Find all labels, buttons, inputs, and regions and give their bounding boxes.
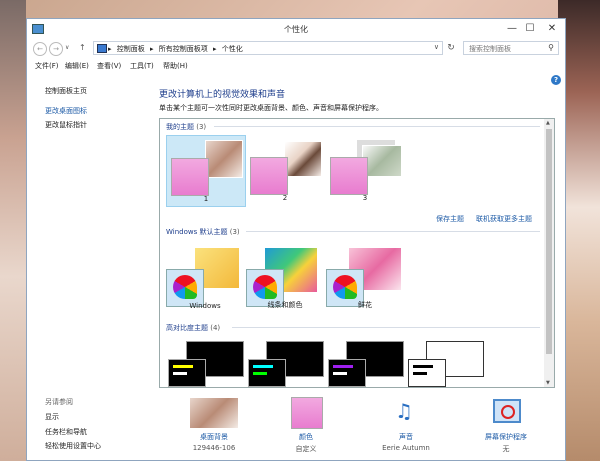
bottom-label: 声音 [399, 433, 413, 441]
breadcrumb-control-panel[interactable]: 控制面板 [117, 45, 145, 53]
bottom-value: 129446-106 [192, 444, 236, 452]
scroll-thumb[interactable] [546, 129, 552, 354]
theme-tile-windows[interactable]: Windows [166, 243, 244, 313]
theme-tile-flowers[interactable]: 鲜花 [326, 243, 404, 313]
divider [232, 327, 540, 328]
divider [246, 231, 540, 232]
theme-tile-lines-colors[interactable]: 线条和颜色 [246, 243, 324, 313]
menu-tools[interactable]: 工具(T) [130, 61, 154, 71]
up-button[interactable]: ↑ [79, 43, 86, 52]
color-swatch [291, 397, 323, 429]
theme-tile-1[interactable]: 1 [166, 135, 246, 207]
theme-list-scrollbar[interactable]: ▲ ▼ [544, 119, 554, 387]
theme-label: 2 [282, 194, 288, 202]
help-icon[interactable]: ? [551, 75, 561, 85]
wallpaper-left [0, 0, 26, 461]
theme-tile-high-contrast-white[interactable] [406, 337, 484, 387]
menu-view[interactable]: 查看(V) [97, 61, 121, 71]
breadcrumb: ▸ 控制面板 ▸ 所有控制面板项 ▸ 个性化 [108, 44, 246, 54]
theme-label: 3 [362, 194, 368, 202]
scroll-up-icon[interactable]: ▲ [546, 120, 550, 126]
section-my-themes: 我的主题 (3) [166, 122, 206, 132]
theme-label: 线条和颜色 [267, 301, 303, 309]
section-title: 我的主题 [166, 123, 194, 131]
sidebar-item-home[interactable]: 控制面板主页 [45, 86, 87, 96]
save-theme-link[interactable]: 保存主题 [436, 214, 464, 224]
wallpaper-thumbnail [205, 140, 243, 178]
theme-tile-high-contrast-3[interactable] [326, 337, 404, 387]
search-icon[interactable]: ⚲ [548, 43, 554, 52]
color-swatch [250, 157, 288, 195]
window-title: 个性化 [284, 25, 308, 34]
menu-file[interactable]: 文件(F) [35, 61, 59, 71]
see-also-display[interactable]: 显示 [45, 412, 59, 422]
bottom-value: 自定义 [295, 445, 317, 453]
bottom-value: Eerie Autumn [382, 444, 430, 452]
section-count: (3) [229, 228, 240, 236]
see-also-ease-of-access[interactable]: 轻松使用设置中心 [45, 441, 101, 451]
breadcrumb-all-items[interactable]: 所有控制面板项 [159, 45, 208, 53]
sidebar-item-mouse-pointers[interactable]: 更改鼠标指针 [45, 120, 87, 130]
breadcrumb-sep: ▸ [212, 45, 217, 53]
theme-tile-3[interactable]: 3 [326, 135, 404, 205]
theme-label: 1 [203, 195, 209, 203]
menu-help[interactable]: 帮助(H) [163, 61, 188, 71]
color-swatch [248, 359, 286, 387]
recent-locations-button[interactable]: ∨ [65, 44, 69, 51]
theme-tile-high-contrast-1[interactable] [166, 337, 244, 387]
bottom-label: 桌面背景 [200, 433, 228, 441]
scroll-down-icon[interactable]: ▼ [546, 380, 550, 386]
page-title: 更改计算机上的视觉效果和声音 [159, 90, 286, 100]
back-button[interactable]: ← [33, 42, 47, 56]
divider [214, 126, 540, 127]
theme-list[interactable]: 我的主题 (3) 1 2 3 保存主题 联机获取更多主题 Windows 默认主… [159, 118, 555, 388]
section-count: (4) [210, 324, 221, 332]
title-bar: 个性化 — ☐ ✕ [27, 19, 565, 39]
theme-label: 鲜花 [358, 301, 372, 309]
search-input[interactable]: 搜索控制面板 ⚲ [463, 41, 559, 55]
address-field[interactable]: ▸ 控制面板 ▸ 所有控制面板项 ▸ 个性化 ∨ [93, 41, 443, 55]
see-also-heading: 另请参阅 [45, 398, 73, 406]
menu-edit[interactable]: 编辑(E) [65, 61, 89, 71]
color-swatch [408, 359, 446, 387]
theme-tile-high-contrast-2[interactable] [246, 337, 324, 387]
forward-button[interactable]: → [49, 42, 63, 56]
color-swatch [328, 359, 366, 387]
menu-bar: 文件(F) 编辑(E) 查看(V) 工具(T) 帮助(H) [27, 61, 565, 73]
minimize-button[interactable]: — [503, 21, 521, 36]
wallpaper-thumbnail [362, 145, 402, 177]
color-swatch [330, 157, 368, 195]
section-count: (3) [196, 123, 207, 131]
theme-tile-2[interactable]: 2 [246, 135, 324, 205]
bottom-label: 颜色 [299, 433, 313, 441]
address-bar-row: ← → ∨ ↑ ▸ 控制面板 ▸ 所有控制面板项 ▸ 个性化 ∨ ↻ 搜索控制面… [27, 41, 565, 57]
color-swatch [168, 359, 206, 387]
desktop-background-thumbnail [189, 397, 239, 429]
wallpaper-thumbnail [284, 141, 322, 177]
screen-saver-icon [493, 399, 521, 423]
breadcrumb-personalization[interactable]: 个性化 [222, 45, 243, 53]
bottom-label: 屏幕保护程序 [485, 433, 527, 441]
theme-label: Windows [189, 302, 221, 310]
breadcrumb-sep: ▸ [149, 45, 154, 53]
maximize-button[interactable]: ☐ [521, 21, 539, 36]
sidebar-item-desktop-icons[interactable]: 更改桌面图标 [45, 106, 87, 116]
section-title: 高对比度主题 [166, 324, 208, 332]
bottom-value: 无 [502, 445, 510, 453]
color-swatch [171, 158, 209, 196]
breadcrumb-sep: ▸ [108, 45, 112, 53]
address-dropdown-icon[interactable]: ∨ [434, 43, 439, 51]
see-also-taskbar[interactable]: 任务栏和导航 [45, 427, 87, 437]
refresh-button[interactable]: ↻ [445, 42, 457, 54]
page-description: 单击某个主题可一次性同时更改桌面背景、颜色、声音和屏幕保护程序。 [159, 104, 383, 112]
close-button[interactable]: ✕ [541, 21, 563, 36]
search-placeholder: 搜索控制面板 [469, 45, 511, 53]
music-note-icon: ♫ [395, 399, 413, 423]
section-high-contrast: 高对比度主题 (4) [166, 323, 220, 333]
section-default-themes: Windows 默认主题 (3) [166, 227, 240, 237]
get-more-themes-link[interactable]: 联机获取更多主题 [476, 214, 532, 224]
control-panel-icon [97, 44, 107, 53]
section-title: Windows 默认主题 [166, 228, 228, 236]
personalization-window: 个性化 — ☐ ✕ ← → ∨ ↑ ▸ 控制面板 ▸ 所有控制面板项 ▸ 个性化… [26, 18, 566, 461]
